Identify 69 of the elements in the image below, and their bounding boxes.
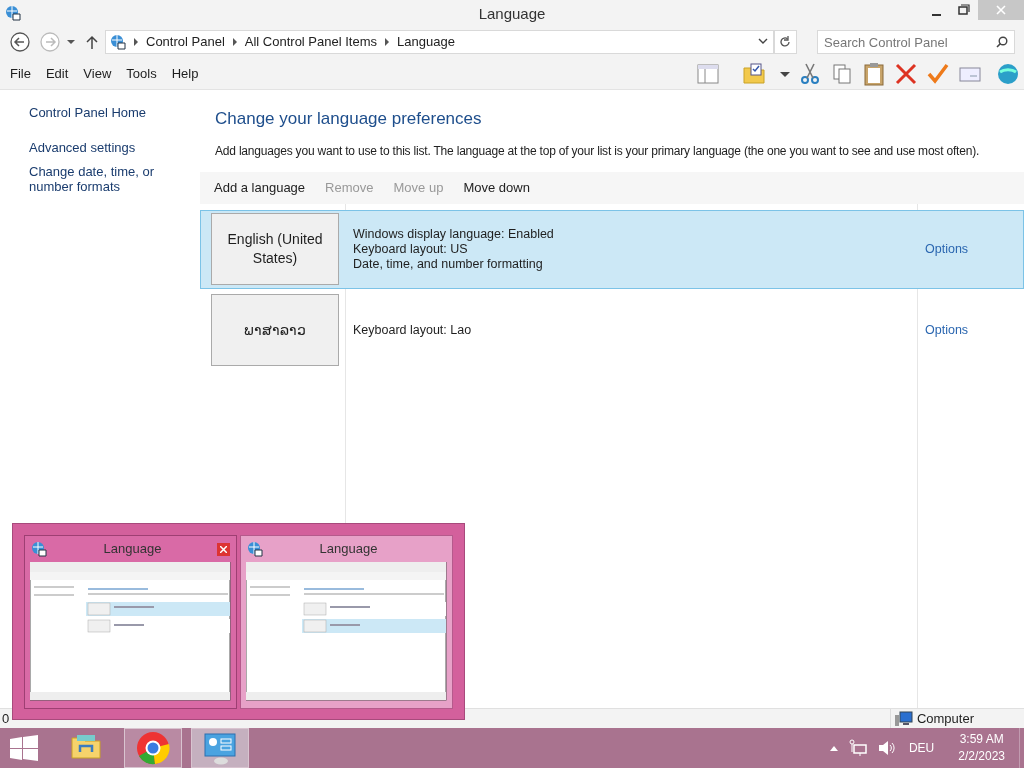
page-heading: Change your language preferences xyxy=(214,108,483,130)
taskbar-button[interactable] xyxy=(191,728,249,768)
clipboard-icon[interactable] xyxy=(862,61,886,86)
menu-item[interactable]: View xyxy=(77,63,118,84)
language-row[interactable]: English (United States) Windows display language: Enabled Keyboard layout: US Date, time, and number formatting Options xyxy=(200,209,1024,289)
globe-icon xyxy=(3,4,21,22)
copy-icon[interactable] xyxy=(830,61,854,86)
chevron-icon xyxy=(133,38,139,46)
globe-icon xyxy=(245,540,263,558)
breadcrumb-item[interactable]: All Control Panel Items xyxy=(244,32,377,52)
chevron-up-icon[interactable] xyxy=(828,744,839,752)
sidebar-link[interactable]: Control Panel Home xyxy=(29,104,200,121)
language-row[interactable]: ພາສາລາວ Keyboard layout: Lao Options xyxy=(200,290,1024,370)
options-link[interactable]: Options xyxy=(925,239,969,259)
refresh-icon xyxy=(779,36,792,48)
action-link[interactable]: Move down xyxy=(463,177,530,198)
close-icon xyxy=(220,545,227,553)
status-location: Computer xyxy=(916,709,974,728)
back-icon[interactable] xyxy=(9,31,31,53)
folder-icon[interactable] xyxy=(742,61,766,86)
menu-item[interactable]: Tools xyxy=(120,63,163,84)
browser-icon xyxy=(135,730,171,766)
close-button[interactable] xyxy=(217,542,230,556)
chevron-icon xyxy=(231,38,238,46)
monitor-icon xyxy=(202,730,238,766)
options-link[interactable]: Options xyxy=(925,320,969,340)
language-tile[interactable]: English (United States) xyxy=(211,213,339,285)
scissors-icon[interactable] xyxy=(798,61,822,86)
delete-icon[interactable] xyxy=(894,61,918,86)
menu-item[interactable]: Edit xyxy=(39,63,75,84)
close-icon xyxy=(996,5,1006,15)
sidebar-link[interactable]: Change date, time, or number formats xyxy=(29,164,200,194)
address-bar[interactable]: Control Panel All Control Panel Items Language xyxy=(105,30,774,54)
clock-time[interactable]: 3:59 AM xyxy=(959,731,1004,748)
globe-icon xyxy=(108,33,126,51)
search-icon[interactable] xyxy=(996,36,1008,48)
language-detail: Windows display language: Enabled xyxy=(353,226,554,242)
breadcrumb-item[interactable]: Language xyxy=(397,32,455,52)
language-detail: Date, time, and number formatting xyxy=(353,256,544,272)
refresh-button[interactable] xyxy=(773,30,797,54)
language-tile[interactable]: ພາສາລາວ xyxy=(211,294,339,366)
input-language[interactable]: DEU xyxy=(908,739,935,757)
speaker-icon[interactable] xyxy=(876,739,895,757)
language-detail: Keyboard layout: Lao xyxy=(353,322,472,338)
globe-icon[interactable] xyxy=(996,61,1020,86)
language-detail: Keyboard layout: US xyxy=(353,241,469,257)
up-icon[interactable] xyxy=(85,34,99,50)
windows-icon xyxy=(10,735,38,761)
network-icon[interactable] xyxy=(848,739,867,757)
taskbar-button[interactable] xyxy=(124,728,182,768)
menu-item[interactable]: Help xyxy=(165,63,205,84)
preview-title: Language xyxy=(318,540,379,559)
breadcrumb-item[interactable]: Control Panel xyxy=(146,32,225,52)
window-title: Language xyxy=(477,4,547,24)
checkmark-icon[interactable] xyxy=(926,61,950,86)
menu-item[interactable]: File xyxy=(4,63,37,84)
clock-date[interactable]: 2/2/2023 xyxy=(958,748,1005,765)
preview-title: Language xyxy=(102,540,163,559)
window-preview[interactable]: Language xyxy=(240,535,453,709)
chevron-icon xyxy=(384,38,390,46)
search-field[interactable]: Search Control Panel xyxy=(817,30,1015,54)
sidebar-link[interactable]: Advanced settings xyxy=(29,140,200,155)
action-link[interactable]: Add a language xyxy=(214,177,306,198)
computer-icon xyxy=(894,710,913,727)
status-text: 0 xyxy=(1,709,10,728)
window-preview[interactable]: Language xyxy=(24,535,237,709)
description: Add languages you want to use to this list. The language at the top of your list is your primary language (the one you want to see and use most often). xyxy=(214,142,981,160)
globe-icon xyxy=(29,540,47,558)
dropdown-icon[interactable] xyxy=(65,37,77,47)
